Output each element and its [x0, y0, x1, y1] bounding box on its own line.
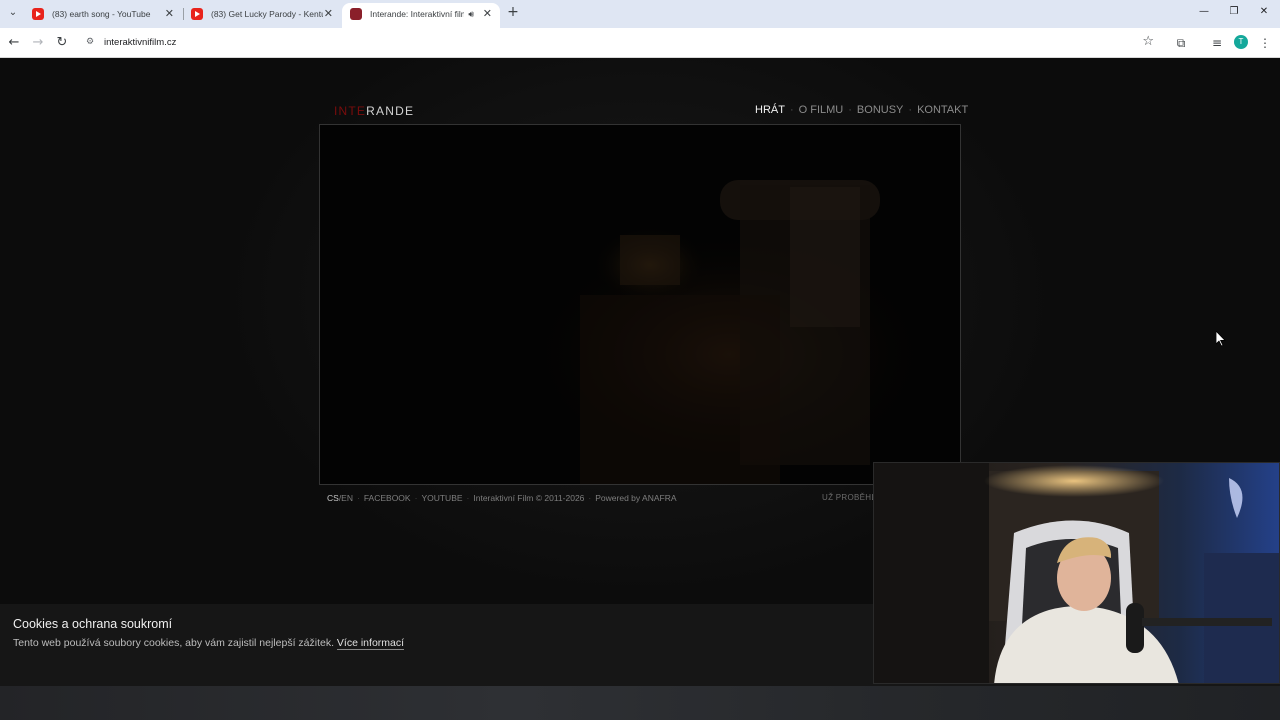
footer-separator: ·: [356, 493, 360, 503]
nav-separator: ·: [908, 104, 913, 116]
new-tab-button[interactable]: +: [505, 4, 521, 20]
browser-toolbar: ← → ↻ ⚙ interaktivnifilm.cz ☆ ⧉ ≡ ⋮: [0, 28, 1280, 58]
url-text[interactable]: interaktivnifilm.cz: [104, 31, 176, 55]
nav-o-filmu[interactable]: O FILMU: [799, 104, 844, 116]
tab-search-icon[interactable]: ⌄: [4, 4, 22, 22]
menu-icon[interactable]: ⋮: [1256, 34, 1274, 52]
cookie-text: Tento web používá soubory cookies, aby v…: [13, 637, 405, 650]
footer-copyright-years: © 2011-2026: [535, 493, 585, 503]
logo-red-part: INTE: [334, 104, 367, 118]
youtube-icon: [191, 8, 203, 20]
main-nav: HRÁT · O FILMU · BONUSY · KONTAKT: [755, 104, 968, 116]
close-window-icon[interactable]: ✕: [1254, 6, 1274, 17]
cookie-more-info-link[interactable]: Více informací: [336, 637, 405, 650]
browser-tab-bar: ⌄ (83) earth song - YouTube ✕ (83) Get L…: [0, 0, 1280, 28]
youtube-icon: [32, 8, 44, 20]
video-scene: [320, 125, 960, 484]
footer-powered-by: Powered by: [595, 493, 641, 503]
nav-kontakt[interactable]: KONTAKT: [917, 104, 968, 116]
nav-hrat[interactable]: HRÁT: [755, 104, 785, 116]
profile-avatar[interactable]: T: [1234, 35, 1248, 49]
film-icon: [350, 8, 362, 20]
footer-youtube-link[interactable]: YOUTUBE: [421, 493, 462, 503]
cookie-description: Tento web používá soubory cookies, aby v…: [13, 637, 334, 649]
site-info-icon[interactable]: ⚙: [86, 37, 98, 49]
nav-separator: ·: [789, 104, 794, 116]
close-icon[interactable]: ✕: [165, 3, 174, 25]
nav-separator: ·: [848, 104, 852, 116]
site-footer: CS/EN · FACEBOOK · YOUTUBE · Interaktivní Film…: [327, 493, 677, 503]
lang-cs[interactable]: CS: [327, 493, 339, 503]
extensions-icon[interactable]: ⧉: [1172, 34, 1190, 52]
video-player[interactable]: [319, 124, 961, 485]
footer-separator: ·: [414, 493, 418, 503]
tab-get-lucky[interactable]: (83) Get Lucky Parody - Kentucky ✕: [183, 3, 341, 25]
footer-anafra-link[interactable]: ANAFRA: [642, 493, 676, 503]
footer-separator: ·: [466, 493, 470, 503]
footer-copyright-name[interactable]: Interaktivní Film: [473, 493, 533, 503]
footer-facebook-link[interactable]: FACEBOOK: [364, 493, 411, 503]
restore-icon[interactable]: ❐: [1224, 6, 1244, 17]
footer-separator: ·: [588, 493, 592, 503]
lang-en[interactable]: /EN: [339, 493, 353, 503]
bookmark-star-icon[interactable]: ☆: [1142, 34, 1154, 49]
bottom-strip: [0, 686, 1280, 720]
reload-icon[interactable]: ↻: [53, 34, 71, 52]
tab-title: Interande: Interaktivní film,: [370, 9, 464, 19]
close-icon[interactable]: ✕: [324, 3, 333, 25]
close-icon[interactable]: ✕: [483, 3, 492, 25]
tab-interande[interactable]: Interande: Interaktivní film, 🔊︎ ✕: [342, 3, 500, 28]
minimize-icon[interactable]: —: [1194, 6, 1214, 17]
speaker-icon[interactable]: 🔊︎: [468, 3, 474, 25]
webcam-overlay: [873, 462, 1280, 684]
site-logo[interactable]: INTERANDE: [334, 104, 414, 118]
media-controls-icon[interactable]: ≡: [1208, 34, 1226, 52]
nav-bonusy[interactable]: BONUSY: [857, 104, 903, 116]
mouse-cursor-icon: [1216, 331, 1226, 347]
tab-title: (83) earth song - YouTube: [52, 9, 151, 19]
webcam-feed: [874, 463, 1279, 683]
tab-earth-song[interactable]: (83) earth song - YouTube ✕: [24, 3, 182, 25]
back-icon[interactable]: ←: [5, 34, 23, 52]
tab-title: (83) Get Lucky Parody - Kentucky: [211, 9, 323, 19]
address-bar[interactable]: ⚙ interaktivnifilm.cz ☆: [78, 31, 1164, 55]
cookie-title: Cookies a ochrana soukromí: [13, 617, 173, 631]
forward-icon[interactable]: →: [29, 34, 47, 52]
logo-white-part: RANDE: [366, 104, 415, 118]
